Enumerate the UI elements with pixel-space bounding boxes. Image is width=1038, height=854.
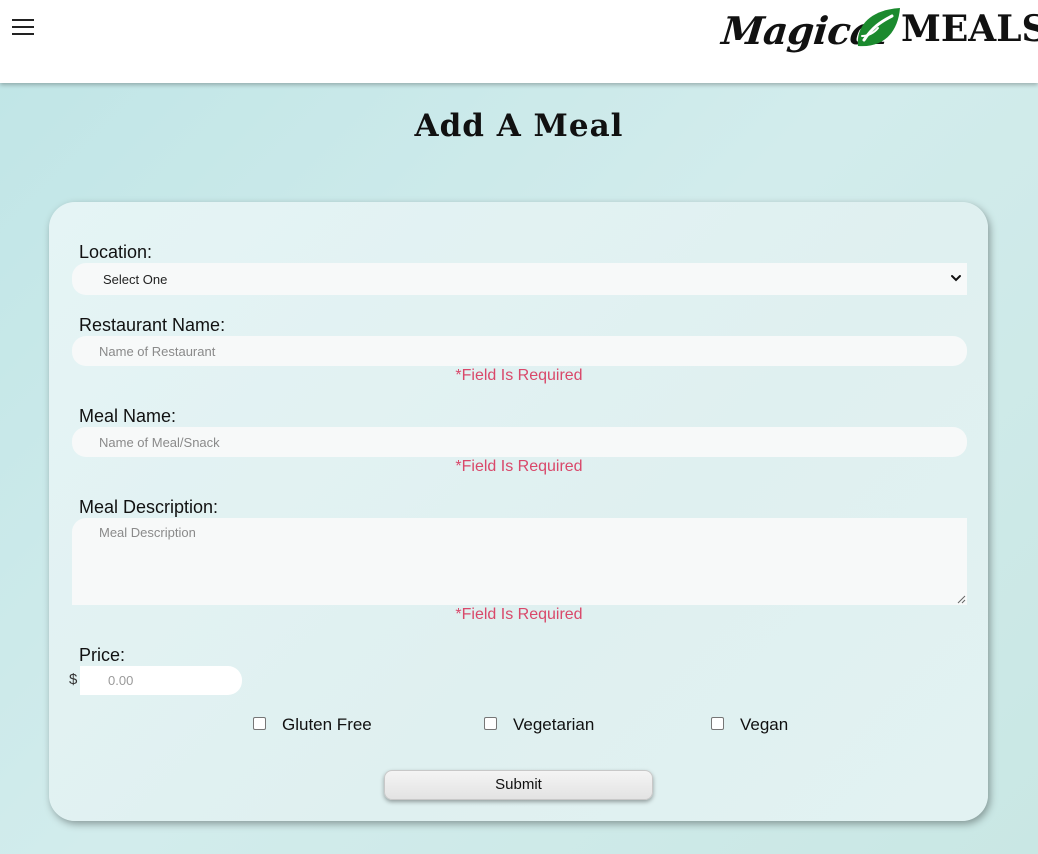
brand-logo[interactable]: Magical MEALS: [720, 4, 1038, 60]
meal-description-textarea[interactable]: Meal Description: [72, 518, 967, 605]
meal-name-placeholder: Name of Meal/Snack: [99, 434, 220, 450]
page-title: Add A Meal: [414, 108, 624, 144]
hamburger-menu-icon[interactable]: [12, 18, 34, 36]
location-selected-value: Select One: [103, 271, 168, 287]
restaurant-name-placeholder: Name of Restaurant: [99, 343, 216, 359]
menu-bar: [12, 33, 34, 35]
price-input[interactable]: 0.00: [80, 666, 242, 695]
vegetarian-checkbox[interactable]: [484, 717, 497, 730]
meal-name-input[interactable]: Name of Meal/Snack: [72, 427, 967, 457]
restaurant-name-label: Restaurant Name:: [79, 315, 226, 335]
restaurant-required-error: *Field Is Required: [455, 367, 583, 384]
resize-handle-icon[interactable]: [957, 595, 966, 604]
meal-description-placeholder: Meal Description: [99, 525, 196, 540]
location-select[interactable]: Select One: [72, 263, 967, 295]
gluten-free-label: Gluten Free: [282, 715, 372, 734]
restaurant-name-input[interactable]: Name of Restaurant: [72, 336, 967, 366]
menu-bar: [12, 26, 34, 28]
logo-block-text: MEALS: [901, 8, 1038, 50]
chevron-down-icon: [951, 275, 961, 282]
price-label: Price:: [79, 645, 126, 665]
app-header: Magical MEALS: [0, 0, 1038, 83]
meal-name-label: Meal Name:: [79, 406, 177, 426]
vegan-checkbox[interactable]: [711, 717, 724, 730]
gluten-free-checkbox[interactable]: [253, 717, 266, 730]
vegan-label: Vegan: [740, 715, 789, 734]
meal-description-required-error: *Field Is Required: [455, 606, 583, 623]
vegetarian-label: Vegetarian: [513, 715, 595, 734]
currency-symbol: $: [69, 671, 78, 688]
menu-bar: [12, 19, 34, 21]
leaf-icon: [857, 8, 900, 47]
submit-button[interactable]: Submit: [384, 770, 653, 800]
location-label: Location:: [79, 242, 153, 262]
price-placeholder: 0.00: [108, 673, 134, 688]
meal-name-required-error: *Field Is Required: [455, 458, 583, 475]
meal-description-label: Meal Description:: [79, 497, 219, 517]
